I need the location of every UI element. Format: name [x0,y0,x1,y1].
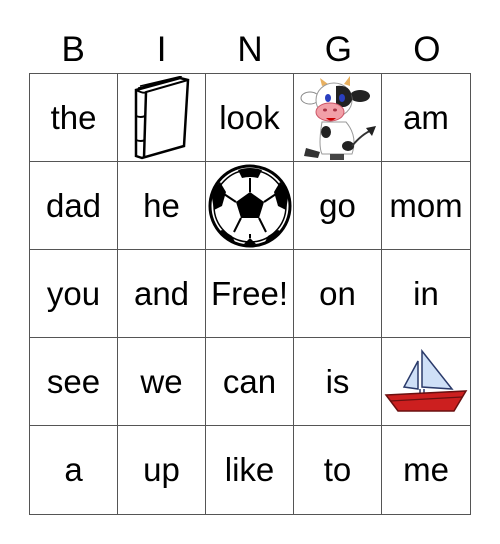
cell-word: me [403,451,449,488]
bingo-cell[interactable]: look [206,74,294,162]
cow-icon [300,75,376,160]
bingo-cell[interactable] [206,162,294,250]
cell-word: am [403,98,449,136]
bingo-card: the look am dad he go mom you and Free! … [29,73,471,515]
bingo-cell[interactable]: on [294,250,382,338]
bingo-cell[interactable] [294,74,382,162]
bingo-cell[interactable] [382,338,470,426]
bingo-cell[interactable]: dad [30,162,118,250]
soccer-ball-icon [208,164,291,247]
free-space[interactable]: Free! [206,250,294,338]
header-letter-b: B [61,30,85,69]
bingo-cell[interactable]: me [382,426,470,514]
cell-word: he [143,186,180,224]
cell-word: mom [389,186,463,224]
bingo-cell[interactable] [118,74,206,162]
bingo-cell[interactable]: up [118,426,206,514]
cell-word: dad [45,186,102,224]
book-icon [134,75,189,159]
cell-word: up [143,451,180,488]
cell-word: to [323,451,352,488]
cell-word: can [222,362,277,400]
cell-word: look [219,98,280,136]
cell-word: you [46,274,101,312]
bingo-cell[interactable]: am [382,74,470,162]
bingo-cell[interactable]: we [118,338,206,426]
cell-word: see [46,362,101,400]
bingo-cell[interactable]: to [294,426,382,514]
free-space-label: Free! [210,274,289,312]
cell-word: we [140,362,183,400]
header-letter-i: I [156,30,167,69]
cell-word: on [319,274,356,312]
cell-word: a [64,451,83,488]
bingo-cell[interactable]: can [206,338,294,426]
bingo-cell[interactable]: and [118,250,206,338]
bingo-cell[interactable]: see [30,338,118,426]
bingo-cell[interactable]: like [206,426,294,514]
cell-word: in [413,274,439,312]
cell-word: the [50,98,97,136]
bingo-cell[interactable]: a [30,426,118,514]
header-letter-g: G [324,30,353,69]
bingo-header: B I N G O [29,28,471,72]
bingo-cell[interactable]: he [118,162,206,250]
sailboat-icon [384,348,468,412]
cell-word: like [224,451,275,488]
bingo-cell[interactable]: go [294,162,382,250]
bingo-cell[interactable]: is [294,338,382,426]
header-letter-n: N [237,30,263,69]
cell-word: and [133,274,190,312]
cell-word: is [325,362,350,400]
header-letter-o: O [413,30,441,69]
bingo-cell[interactable]: in [382,250,470,338]
bingo-cell[interactable]: mom [382,162,470,250]
bingo-cell[interactable]: the [30,74,118,162]
cell-word: go [319,186,356,224]
bingo-cell[interactable]: you [30,250,118,338]
